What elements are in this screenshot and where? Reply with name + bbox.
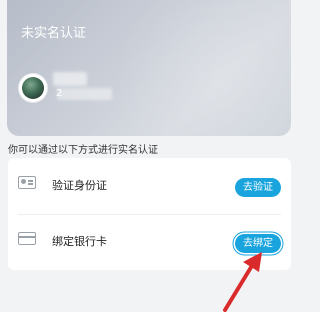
verification-status-card: 未实名认证 2 <box>7 0 291 136</box>
avatar-image <box>22 77 44 99</box>
bank-card-icon <box>18 232 36 245</box>
method-id-card-row[interactable]: 验证身份证 去验证 <box>8 158 291 214</box>
method-bank-card-label: 绑定银行卡 <box>52 235 107 248</box>
avatar[interactable] <box>19 74 47 102</box>
verification-status-title: 未实名认证 <box>21 26 87 41</box>
annotation-arrow-icon <box>223 252 262 312</box>
id-card-icon <box>18 176 36 189</box>
phone-redacted <box>57 88 112 100</box>
phone-visible-digit: 2 <box>56 88 63 99</box>
method-id-card-label: 验证身份证 <box>52 179 107 192</box>
username-redacted <box>53 72 87 86</box>
verify-id-card-button[interactable]: 去验证 <box>235 178 281 197</box>
verification-hint: 你可以通过以下方式进行实名认证 <box>8 145 158 156</box>
